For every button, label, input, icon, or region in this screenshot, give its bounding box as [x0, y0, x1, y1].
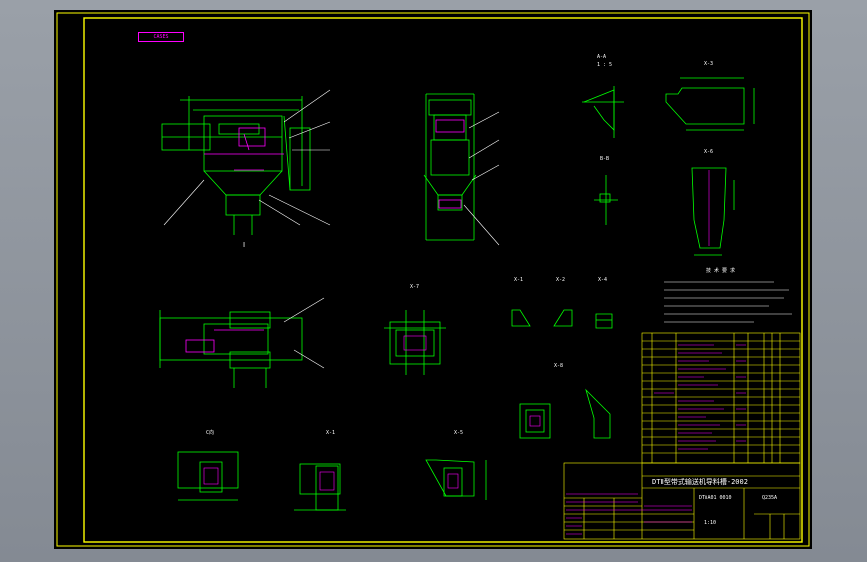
detail-7-magenta [403, 335, 427, 351]
section-b-label: B-B [600, 156, 609, 162]
detail-1-label: X-1 [514, 277, 523, 283]
parts-list-table [641, 332, 801, 464]
detail-5-view [425, 459, 487, 500]
drawing-title: DTⅡ型带式输送机导料槽-2002 [652, 477, 748, 486]
detail-3-view [665, 77, 755, 131]
detail-7-label: X-7 [410, 284, 419, 290]
detail-x1-bottom-magenta [319, 471, 335, 491]
notes-heading: 技 术 要 求 [706, 267, 735, 274]
detail-5-magenta [447, 473, 459, 489]
detail-8-magenta [529, 415, 541, 427]
detail-7-view [384, 310, 446, 375]
drawing-number: DTⅡA01 0010 [699, 495, 732, 501]
drawing-canvas[interactable]: CASES Ⅰ A-A 1: 5 B-B X-3 X-6 技 术 要 求 X-… [54, 10, 812, 549]
detail-4-label: X-4 [598, 277, 607, 283]
title-block [563, 462, 801, 540]
side-view-leaders [463, 111, 500, 246]
main-front-view-magenta [204, 127, 284, 171]
detail-8-view [519, 388, 611, 439]
detail-c-label: C向 [206, 429, 214, 436]
cad-viewport[interactable]: CASES Ⅰ A-A 1: 5 B-B X-3 X-6 技 术 要 求 X-… [0, 0, 867, 562]
scale: 1:10 [704, 520, 716, 526]
view-label-i: Ⅰ [243, 241, 245, 249]
gusset-details [511, 309, 613, 329]
section-a-scale: 1 : 5 [597, 62, 612, 68]
detail-c-magenta [203, 467, 219, 485]
section-a-label: A-A [597, 54, 606, 60]
section-b-view [594, 175, 618, 225]
detail-6-view [691, 167, 735, 256]
section-a-view [582, 86, 624, 138]
detail-2-label: X-2 [556, 277, 565, 283]
drawing-sheet: Ⅰ A-A 1: 5 B-B X-3 X-6 技 术 要 求 X-7 X-1 … [56, 12, 810, 547]
detail-x1-bottom-label: X-1 [326, 430, 335, 436]
detail-5-label: X-5 [454, 430, 463, 436]
material: Q235A [762, 495, 777, 501]
plan-view-leaders [283, 297, 325, 369]
main-front-view [161, 96, 311, 235]
detail-6-label: X-6 [704, 149, 713, 155]
detail-c-view [177, 451, 239, 501]
plan-view-magenta [185, 329, 264, 353]
side-view [423, 93, 477, 241]
inner-border [83, 17, 803, 543]
outer-border [56, 12, 810, 547]
plan-view [159, 310, 303, 388]
detail-8-label: X-8 [554, 363, 563, 369]
detail-3-label: X-3 [704, 61, 713, 67]
notes-lines [664, 281, 792, 323]
